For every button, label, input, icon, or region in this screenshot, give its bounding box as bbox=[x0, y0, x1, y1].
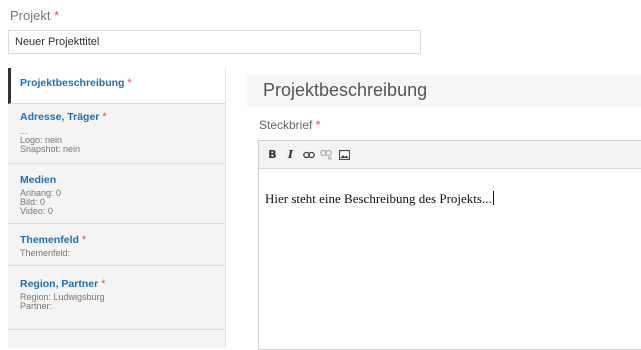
unlink-icon[interactable] bbox=[319, 147, 334, 163]
sidebar-item-title: Projektbeschreibung * bbox=[20, 77, 132, 89]
sidebar-item-detail: Partner: bbox=[20, 301, 53, 311]
sidebar-item-title: Themenfeld * bbox=[20, 234, 87, 246]
section-heading: Projektbeschreibung bbox=[247, 74, 641, 107]
editor-content[interactable]: Hier steht eine Beschreibung des Projekt… bbox=[259, 169, 641, 207]
project-label-text: Projekt bbox=[10, 8, 51, 23]
section-sidebar: Projektbeschreibung * Adresse, Träger * … bbox=[8, 68, 226, 348]
sidebar-item-title: Adresse, Träger * bbox=[20, 111, 107, 123]
sidebar-item-projektbeschreibung[interactable]: Projektbeschreibung * bbox=[8, 68, 225, 104]
sidebar-item-medien[interactable]: Medien Anhang: 0 Bild: 0 Video: 0 bbox=[8, 164, 225, 224]
steckbrief-label: Steckbrief * bbox=[259, 118, 321, 132]
bold-button[interactable]: B bbox=[265, 147, 280, 163]
rich-text-editor: B I Hier steht eine Beschreibung des Pro… bbox=[258, 140, 641, 350]
editor-text: Hier steht eine Beschreibung des Projekt… bbox=[265, 191, 492, 206]
sidebar-item-detail: Themenfeld: bbox=[20, 248, 71, 258]
image-icon[interactable] bbox=[337, 147, 352, 163]
link-icon[interactable] bbox=[301, 147, 316, 163]
project-label: Projekt * bbox=[10, 8, 59, 23]
sidebar-item-title: Medien bbox=[20, 174, 57, 186]
project-title-input[interactable] bbox=[8, 30, 421, 54]
sidebar-item-detail: Anhang: 0 bbox=[20, 188, 62, 198]
sidebar-item-themenfeld[interactable]: Themenfeld * Themenfeld: bbox=[8, 224, 225, 266]
sidebar-item-region-partner[interactable]: Region, Partner * Region: Ludwigsburg Pa… bbox=[8, 266, 225, 330]
required-mark: * bbox=[54, 8, 60, 23]
italic-button[interactable]: I bbox=[283, 147, 298, 163]
text-caret bbox=[492, 191, 494, 205]
sidebar-item-detail: Video: 0 bbox=[20, 206, 53, 216]
editor-toolbar: B I bbox=[259, 141, 641, 169]
sidebar-item-adresse-traeger[interactable]: Adresse, Träger * ... Logo: nein Snapsho… bbox=[8, 104, 225, 164]
sidebar-item-title: Region, Partner * bbox=[20, 278, 106, 290]
sidebar-item-detail: Snapshot: nein bbox=[20, 144, 81, 154]
